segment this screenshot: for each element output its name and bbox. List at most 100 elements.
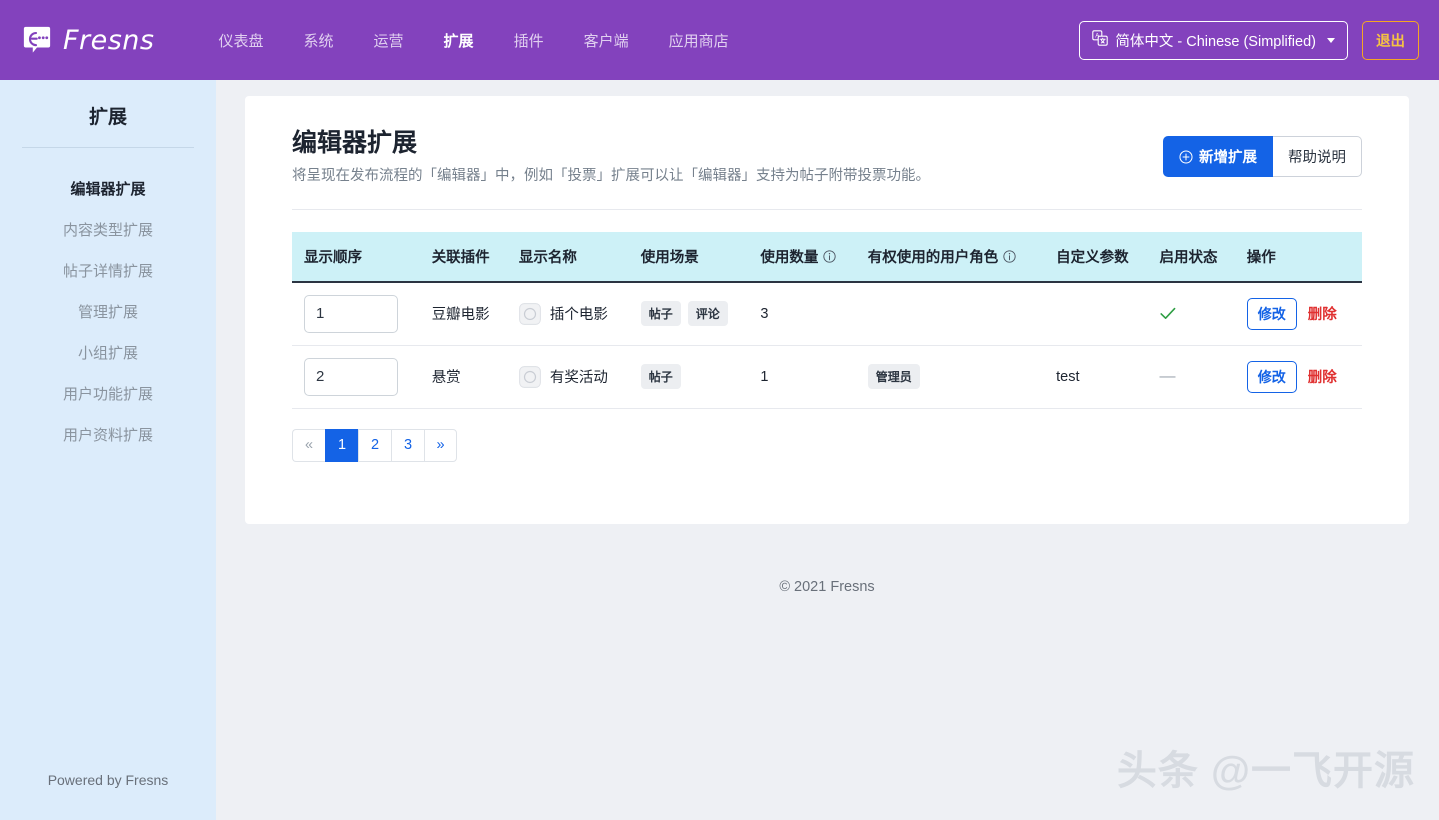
cell-display-order: [292, 281, 422, 346]
fresns-logo-icon: [22, 25, 52, 55]
language-label: 简体中文 - Chinese (Simplified): [1115, 33, 1316, 50]
cell-custom-params: test: [1046, 345, 1150, 409]
card-header: 编辑器扩展 将呈现在发布流程的「编辑器」中，例如「投票」扩展可以让「编辑器」支持…: [292, 128, 1362, 210]
edit-button[interactable]: 修改: [1246, 297, 1297, 330]
delete-button[interactable]: 删除: [1306, 298, 1339, 329]
page-heading-group: 编辑器扩展 将呈现在发布流程的「编辑器」中，例如「投票」扩展可以让「编辑器」支持…: [292, 128, 930, 187]
sidebar: 扩展 编辑器扩展 内容类型扩展 帖子详情扩展 管理扩展 小组扩展 用户功能扩展 …: [0, 80, 216, 820]
pagination-page-1[interactable]: 1: [325, 428, 358, 462]
scene-badge: 评论: [687, 301, 728, 327]
add-extension-button[interactable]: 新增扩展: [1163, 136, 1273, 177]
role-badges: 管理员: [867, 364, 1036, 390]
display-name-text: 插个电影: [549, 307, 608, 324]
table-body: 豆瓣电影 插个电影: [292, 281, 1362, 409]
cell-display-name: 插个电影: [508, 281, 631, 346]
sidebar-title: 扩展: [88, 107, 127, 128]
nav-item-app-store[interactable]: 应用商店: [649, 22, 749, 59]
logout-button[interactable]: 退出: [1362, 20, 1419, 60]
nav-item-plugins[interactable]: 插件: [494, 22, 564, 59]
sidebar-item-content-type-extensions[interactable]: 内容类型扩展: [0, 209, 216, 250]
brand-home-link[interactable]: Fresns: [22, 25, 155, 56]
status-disabled-dash: —: [1159, 367, 1176, 385]
table-header-row: 显示顺序 关联插件 显示名称 使用场景 使用数量 有权使用的用户角色 自定义参数…: [292, 231, 1362, 283]
cell-enabled-status: —: [1149, 345, 1237, 409]
sidebar-item-user-profile-extensions[interactable]: 用户资料扩展: [0, 414, 216, 455]
sidebar-powered-by: Powered by Fresns: [47, 772, 169, 788]
column-label: 操作: [1246, 249, 1276, 266]
extension-image-placeholder-icon: [519, 365, 541, 388]
column-enabled-status: 启用状态: [1149, 231, 1237, 283]
help-button[interactable]: 帮助说明: [1273, 136, 1362, 177]
column-authorized-roles: 有权使用的用户角色: [857, 231, 1047, 283]
scene-badges: 帖子: [640, 364, 741, 390]
pagination-next[interactable]: »: [424, 428, 457, 462]
footer-copyright: © 2021 Fresns: [779, 579, 875, 595]
extensions-table: 显示顺序 关联插件 显示名称 使用场景 使用数量 有权使用的用户角色 自定义参数…: [292, 231, 1362, 409]
delete-button[interactable]: 删除: [1306, 361, 1339, 392]
primary-nav: 仪表盘 系统 运营 扩展 插件 客户端 应用商店: [199, 22, 749, 59]
language-selector[interactable]: A 简体中文 - Chinese (Simplified): [1079, 20, 1348, 60]
nav-item-dashboard[interactable]: 仪表盘: [199, 22, 284, 59]
status-enabled-check-icon: [1159, 307, 1227, 320]
page-subtitle: 将呈现在发布流程的「编辑器」中，例如「投票」扩展可以让「编辑器」支持为帖子附带投…: [292, 168, 930, 185]
content-card: 编辑器扩展 将呈现在发布流程的「编辑器」中，例如「投票」扩展可以让「编辑器」支持…: [245, 96, 1409, 524]
sidebar-item-group-extensions[interactable]: 小组扩展: [0, 332, 216, 373]
brand-name: Fresns: [63, 24, 155, 56]
add-extension-label: 新增扩展: [1199, 150, 1257, 166]
cell-operations: 修改 删除: [1236, 281, 1362, 346]
table-row: 悬赏 有奖活动: [292, 345, 1362, 409]
column-usage-count: 使用数量: [750, 231, 858, 283]
pagination-prev[interactable]: «: [292, 428, 325, 462]
cell-related-plugin: 豆瓣电影: [421, 281, 509, 346]
role-badge: 管理员: [867, 364, 920, 390]
cell-enabled-status: [1149, 281, 1237, 346]
sidebar-menu: 编辑器扩展 内容类型扩展 帖子详情扩展 管理扩展 小组扩展 用户功能扩展 用户资…: [0, 168, 216, 455]
cell-display-order: [292, 345, 422, 409]
sidebar-item-user-feature-extensions[interactable]: 用户功能扩展: [0, 373, 216, 414]
extensions-table-wrap: 显示顺序 关联插件 显示名称 使用场景 使用数量 有权使用的用户角色 自定义参数…: [292, 231, 1362, 462]
cell-operations: 修改 删除: [1236, 345, 1362, 409]
pagination-page-2[interactable]: 2: [358, 428, 391, 462]
page-title: 编辑器扩展: [292, 129, 418, 157]
info-icon[interactable]: [823, 249, 837, 263]
header-action-group: 新增扩展 帮助说明: [1163, 136, 1362, 177]
cell-authorized-roles: [857, 281, 1047, 346]
sidebar-item-post-detail-extensions[interactable]: 帖子详情扩展: [0, 250, 216, 291]
column-label: 显示名称: [518, 249, 577, 266]
cell-custom-params: [1046, 281, 1150, 346]
nav-item-operations[interactable]: 运营: [354, 22, 424, 59]
column-usage-scene: 使用场景: [630, 231, 751, 283]
column-label: 有权使用的用户角色: [867, 249, 999, 266]
main-content: 编辑器扩展 将呈现在发布流程的「编辑器」中，例如「投票」扩展可以让「编辑器」支持…: [216, 80, 1439, 820]
nav-item-clients[interactable]: 客户端: [564, 22, 649, 59]
top-navbar: Fresns 仪表盘 系统 运营 扩展 插件 客户端 应用商店 A 简体中文 -…: [0, 0, 1439, 80]
scene-badge: 帖子: [640, 301, 681, 327]
column-related-plugin: 关联插件: [421, 231, 509, 283]
display-name-text: 有奖活动: [549, 370, 608, 387]
edit-button[interactable]: 修改: [1246, 360, 1297, 393]
column-label: 使用数量: [760, 249, 819, 266]
cell-usage-count: 3: [750, 281, 858, 346]
scene-badge: 帖子: [640, 364, 681, 390]
table-head: 显示顺序 关联插件 显示名称 使用场景 使用数量 有权使用的用户角色 自定义参数…: [292, 231, 1362, 283]
column-display-name: 显示名称: [508, 231, 631, 283]
cell-usage-scene: 帖子: [630, 345, 751, 409]
cell-display-name: 有奖活动: [508, 345, 631, 409]
column-custom-params: 自定义参数: [1046, 231, 1150, 283]
plus-circle-icon: [1179, 149, 1193, 164]
cell-authorized-roles: 管理员: [857, 345, 1047, 409]
cell-usage-scene: 帖子 评论: [630, 281, 751, 346]
nav-item-system[interactable]: 系统: [284, 22, 354, 59]
sidebar-item-editor-extensions[interactable]: 编辑器扩展: [0, 168, 216, 209]
info-icon[interactable]: [1003, 249, 1016, 263]
column-operations: 操作: [1236, 231, 1362, 283]
display-order-input[interactable]: [304, 294, 398, 333]
sidebar-divider: [22, 147, 194, 148]
nav-item-extensions[interactable]: 扩展: [424, 22, 494, 59]
column-label: 使用场景: [640, 249, 699, 266]
sidebar-item-manage-extensions[interactable]: 管理扩展: [0, 291, 216, 332]
page-layout: 扩展 编辑器扩展 内容类型扩展 帖子详情扩展 管理扩展 小组扩展 用户功能扩展 …: [0, 80, 1439, 820]
navbar-right-actions: A 简体中文 - Chinese (Simplified) 退出: [1079, 20, 1419, 60]
pagination-page-3[interactable]: 3: [391, 428, 424, 462]
display-order-input[interactable]: [304, 357, 398, 396]
